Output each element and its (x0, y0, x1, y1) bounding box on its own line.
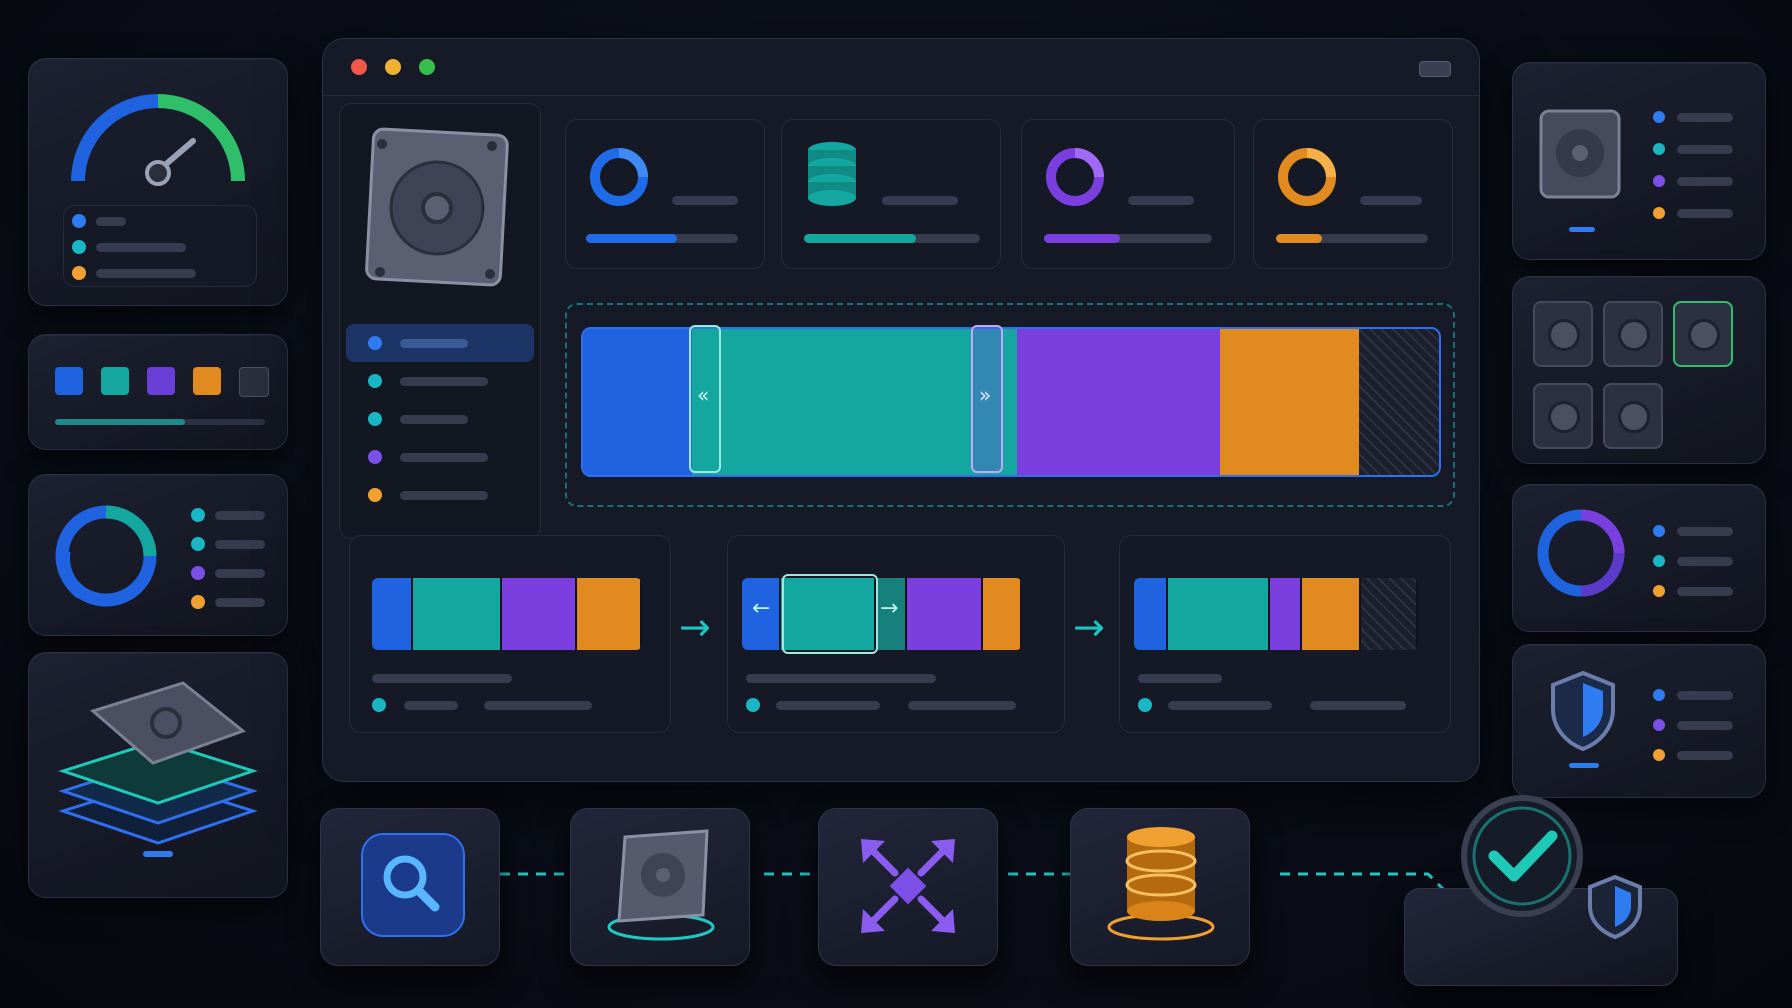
drive-tile[interactable] (570, 808, 750, 966)
resize-arrows-icon (861, 839, 955, 933)
hard-drive-icon (607, 829, 715, 941)
database-tile[interactable] (1070, 808, 1250, 966)
search-tile[interactable] (320, 808, 500, 966)
search-icon (383, 855, 440, 912)
shield-icon (1588, 874, 1642, 940)
database-stack-icon (1107, 827, 1215, 941)
resize-tile[interactable] (818, 808, 998, 966)
checkmark-icon (1461, 795, 1583, 917)
